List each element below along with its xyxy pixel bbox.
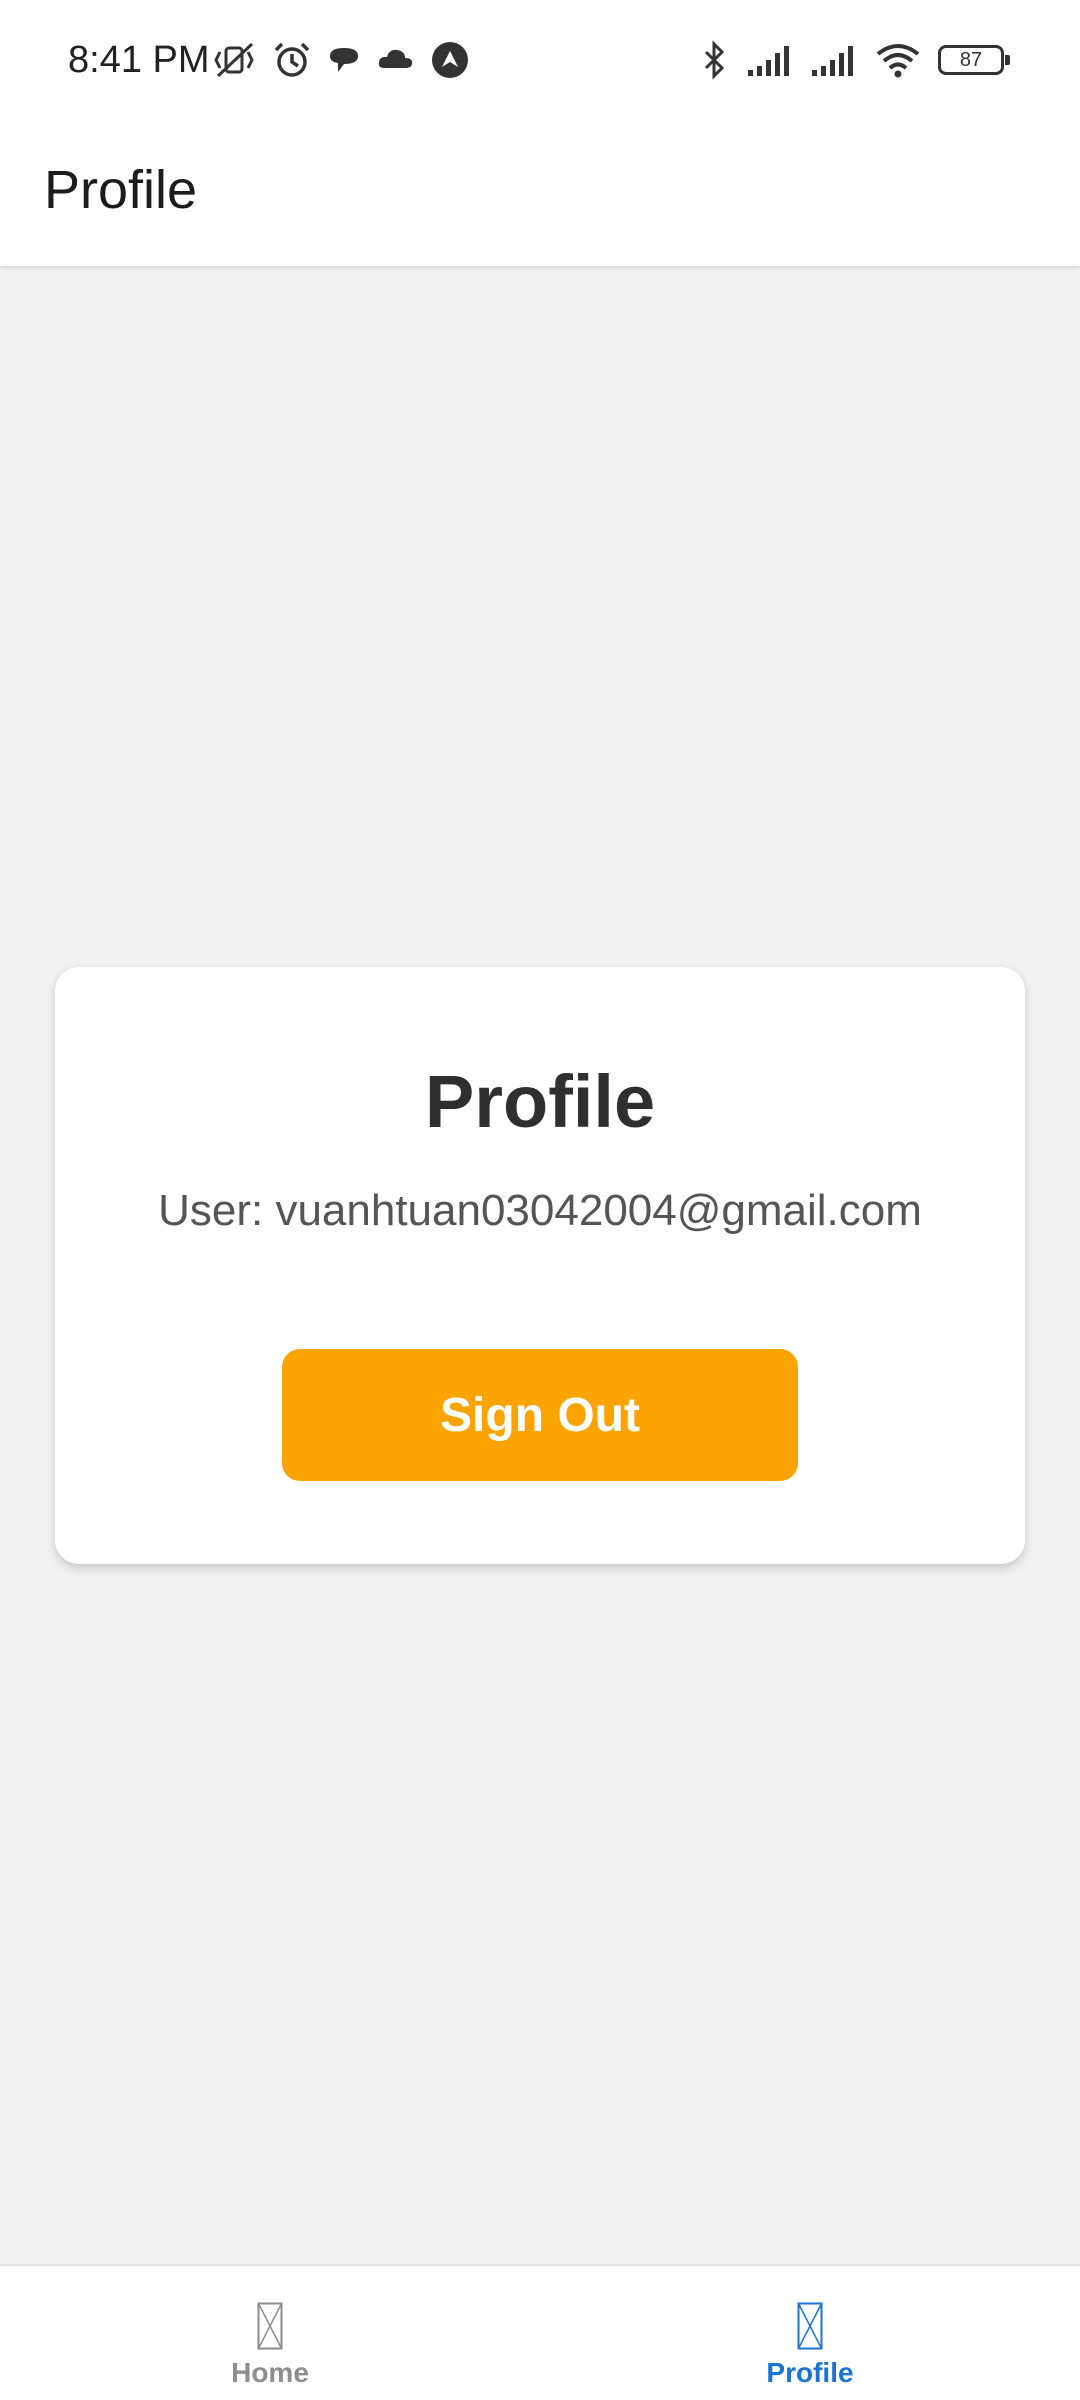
user-email-text: User: vuanhtuan03042004@gmail.com xyxy=(158,1186,922,1235)
wifi-icon xyxy=(876,44,920,78)
status-bar: 8:41 PM 87 xyxy=(0,0,1080,118)
bluetooth-icon xyxy=(704,40,725,80)
tab-home-label: Home xyxy=(231,2357,309,2388)
sign-out-button[interactable]: Sign Out xyxy=(282,1349,798,1481)
profile-card: Profile User: vuanhtuan03042004@gmail.co… xyxy=(55,967,1025,1564)
tab-home[interactable]: Home xyxy=(0,2266,540,2400)
battery-icon: 87 xyxy=(938,45,1010,75)
status-left-icons xyxy=(212,36,470,84)
alarm-icon xyxy=(274,42,310,77)
bottom-tab-bar: Home Profile xyxy=(0,2264,1080,2400)
battery-level: 87 xyxy=(959,48,983,71)
page-title: Profile xyxy=(44,160,198,220)
status-time: 8:41 PM xyxy=(68,39,210,81)
signal-icon xyxy=(812,46,853,76)
app-header: Profile xyxy=(0,118,1080,266)
signal-icon xyxy=(748,46,789,76)
nav-arrow-icon xyxy=(432,42,468,78)
tab-profile-label: Profile xyxy=(766,2357,854,2388)
status-right-icons: 87 xyxy=(700,36,1010,84)
missing-image-icon xyxy=(797,2302,823,2350)
chat-bubble-icon xyxy=(330,48,358,72)
cloud-icon xyxy=(378,49,413,68)
tab-profile[interactable]: Profile xyxy=(540,2266,1080,2400)
missing-image-icon xyxy=(257,2302,283,2350)
card-title: Profile xyxy=(424,1060,656,1143)
vibrate-muted-icon xyxy=(214,42,254,78)
